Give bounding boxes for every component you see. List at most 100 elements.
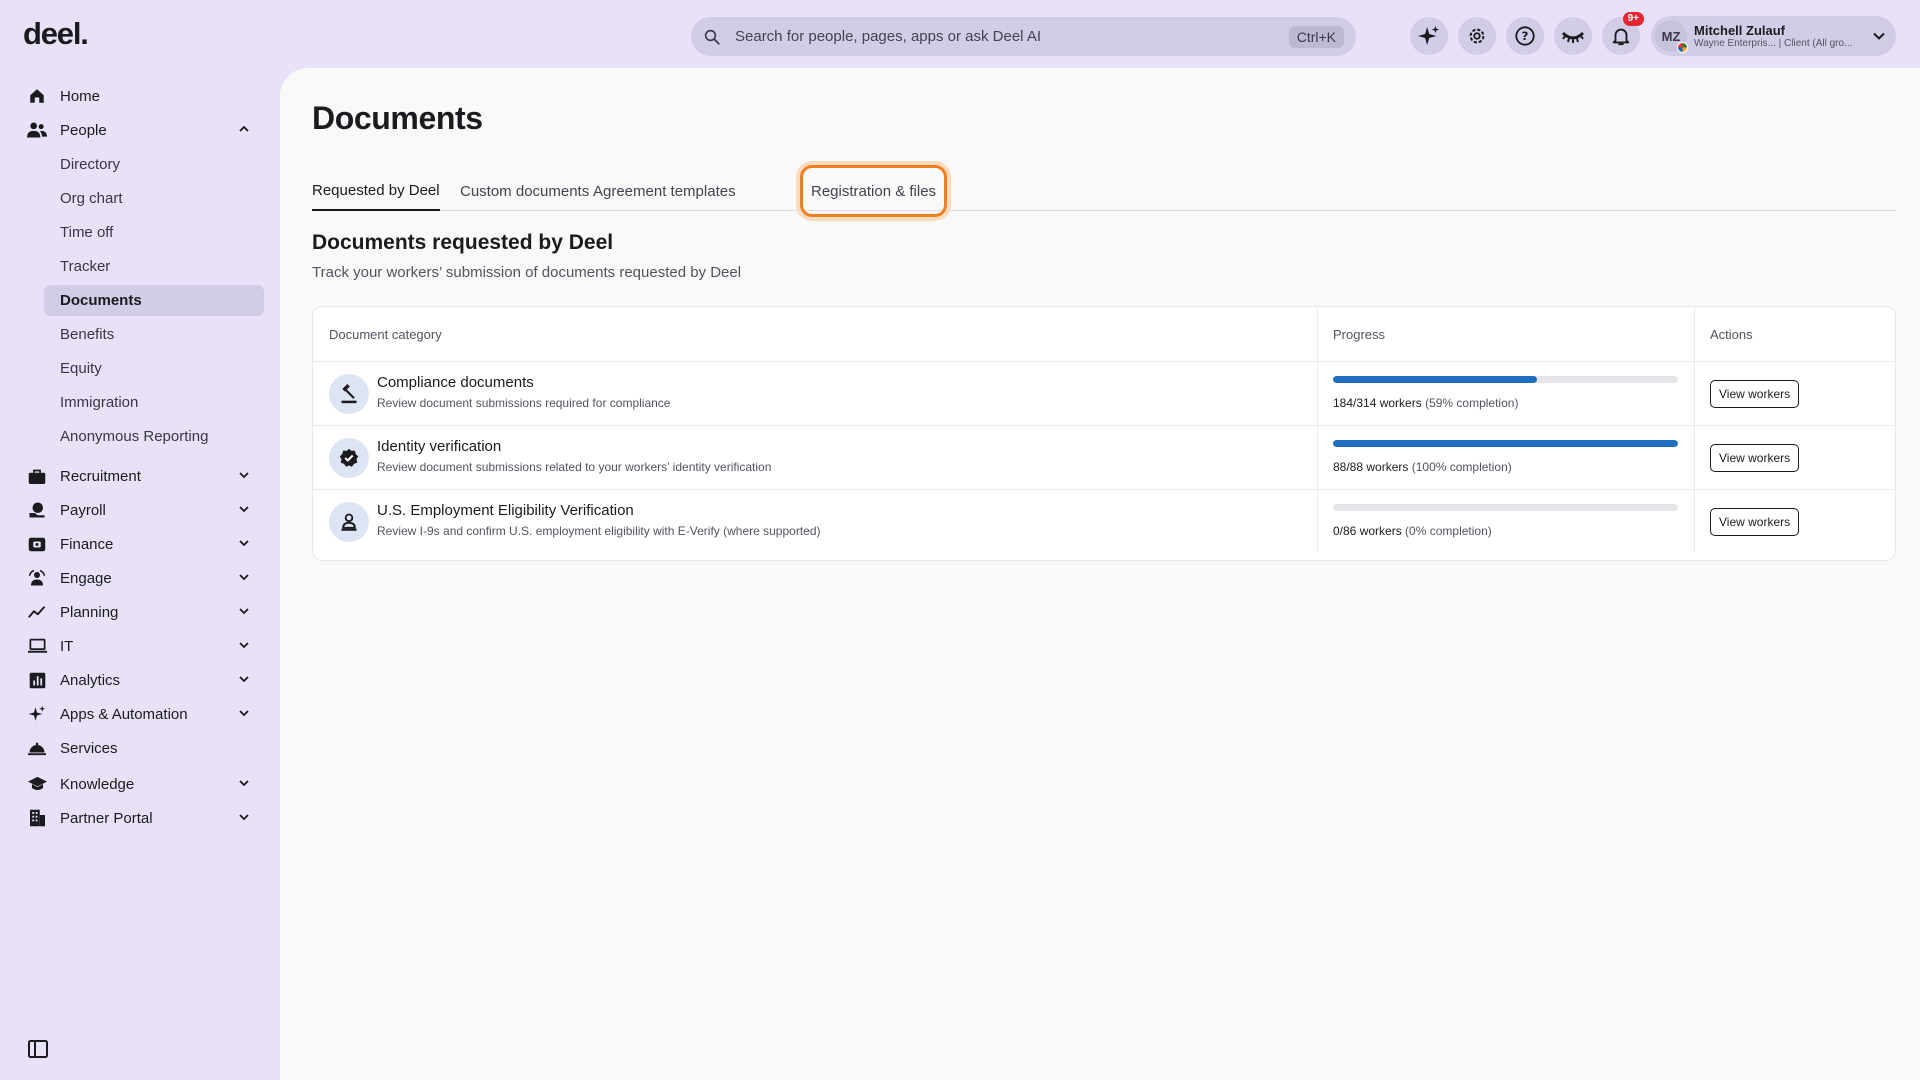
- eye-closed-icon: [1561, 31, 1585, 43]
- graduation-cap-icon: [27, 774, 47, 794]
- chevron-down-icon: [239, 814, 249, 821]
- tab-custom-documents[interactable]: Custom documents: [460, 174, 589, 211]
- sidebar-subitem-documents[interactable]: Documents: [44, 285, 264, 316]
- sidebar-item-payroll[interactable]: Payroll: [27, 494, 257, 526]
- sparkle-icon: [1418, 25, 1440, 46]
- row-description: Review document submissions related to y…: [377, 460, 772, 474]
- settings-button[interactable]: [1458, 17, 1496, 55]
- progress-bar: [1333, 504, 1678, 511]
- chevron-down-icon: [239, 676, 249, 683]
- sidebar-item-label: Recruitment: [60, 467, 141, 485]
- table-row: U.S. Employment Eligibility Verification…: [313, 489, 1897, 553]
- progress-percent: (100% completion): [1411, 460, 1512, 474]
- search-icon: [701, 26, 723, 48]
- view-workers-button[interactable]: View workers: [1710, 444, 1800, 472]
- ai-sparkle-button[interactable]: [1410, 17, 1448, 55]
- building-icon: [27, 808, 47, 828]
- sidebar-item-people[interactable]: People: [27, 114, 257, 146]
- sidebar-item-partner-portal[interactable]: Partner Portal: [27, 802, 257, 834]
- sidebar-item-label: Analytics: [60, 671, 121, 689]
- progress-count: 0/86 workers: [1333, 524, 1402, 538]
- main-content: Documents Requested by Deel Custom docum…: [280, 68, 1920, 1080]
- column-header-actions: Actions: [1710, 326, 1753, 342]
- sidebar-item-label: Apps & Automation: [60, 705, 188, 723]
- sidebar-item-it[interactable]: IT: [27, 630, 257, 662]
- page-title: Documents: [312, 100, 483, 136]
- home-icon: [27, 86, 47, 106]
- table-row: Identity verification Review document su…: [313, 425, 1897, 489]
- svg-text:?: ?: [1522, 29, 1529, 43]
- chevron-down-icon: [239, 608, 249, 615]
- sidebar-subitem-org-chart[interactable]: Org chart: [44, 183, 264, 214]
- person-stamp-icon: [329, 502, 369, 542]
- sidebar-item-label: Services: [60, 739, 118, 757]
- chevron-down-icon: [239, 780, 249, 787]
- notifications-button[interactable]: 9+: [1602, 12, 1644, 55]
- top-bar: deel. Search for people, pages, apps or …: [0, 0, 1920, 68]
- view-workers-button[interactable]: View workers: [1710, 380, 1800, 408]
- sidebar-item-finance[interactable]: Finance: [27, 528, 257, 560]
- help-circle-icon: ?: [1515, 26, 1535, 46]
- sidebar-item-label: Payroll: [60, 501, 106, 519]
- view-workers-button[interactable]: View workers: [1710, 508, 1800, 536]
- sidebar-item-engage[interactable]: Engage: [27, 562, 257, 594]
- progress-bar: [1333, 440, 1678, 447]
- sidebar-item-label: Planning: [60, 603, 119, 621]
- sidebar-item-knowledge[interactable]: Knowledge: [27, 768, 257, 800]
- progress-bar: [1333, 376, 1678, 383]
- row-description: Review I-9s and confirm U.S. employment …: [377, 524, 821, 538]
- row-title: Compliance documents: [377, 374, 534, 391]
- payroll-icon: [27, 500, 47, 520]
- search-placeholder: Search for people, pages, apps or ask De…: [735, 28, 1042, 45]
- hide-sensitive-button[interactable]: [1554, 17, 1592, 55]
- sidebar-item-services[interactable]: Services: [27, 732, 257, 764]
- finance-icon: [27, 534, 47, 554]
- sidebar-subitem-equity[interactable]: Equity: [44, 353, 264, 384]
- sidebar-item-label: Knowledge: [60, 775, 135, 793]
- chevron-down-icon: [1873, 32, 1885, 40]
- bell-icon: [1612, 28, 1630, 46]
- sidebar-item-label: Finance: [60, 535, 114, 553]
- sidebar-subitem-directory[interactable]: Directory: [44, 149, 264, 180]
- avatar-initials: MZ: [1661, 28, 1681, 44]
- sidebar-subitem-benefits[interactable]: Benefits: [44, 319, 264, 350]
- laptop-icon: [27, 636, 47, 656]
- sidebar-item-home[interactable]: Home: [27, 80, 257, 112]
- progress-text: 184/314 workers (59% completion): [1333, 396, 1518, 410]
- search-shortcut: Ctrl+K: [1288, 25, 1344, 48]
- search-bar[interactable]: Search for people, pages, apps or ask De…: [691, 17, 1356, 56]
- collapse-sidebar-button[interactable]: [27, 1038, 49, 1060]
- trend-icon: [27, 602, 47, 622]
- tab-agreement-templates[interactable]: Agreement templates: [593, 174, 736, 211]
- sidebar-item-recruitment[interactable]: Recruitment: [27, 460, 257, 492]
- progress-count: 184/314 workers: [1333, 396, 1422, 410]
- people-icon: [27, 120, 47, 140]
- verified-badge-icon: [329, 438, 369, 478]
- sidebar-subitem-anonymous-reporting[interactable]: Anonymous Reporting: [44, 421, 264, 452]
- progress-fill: [1333, 376, 1537, 383]
- gavel-icon: [329, 374, 369, 414]
- deel-logo[interactable]: deel.: [23, 16, 89, 52]
- sidebar-subitem-immigration[interactable]: Immigration: [44, 387, 264, 418]
- user-org: Wayne Enterpris... | Client (All gro...: [1694, 38, 1853, 49]
- sidebar-item-apps-automation[interactable]: Apps & Automation: [27, 698, 257, 730]
- sparkle-icon: [27, 704, 47, 724]
- sidebar-item-analytics[interactable]: Analytics: [27, 664, 257, 696]
- chevron-up-icon: [239, 125, 249, 132]
- sidebar-item-label: People: [60, 121, 107, 139]
- sidebar-item-planning[interactable]: Planning: [27, 596, 257, 628]
- row-title: U.S. Employment Eligibility Verification: [377, 502, 634, 519]
- avatar: MZ: [1655, 20, 1688, 53]
- sidebar-toggle-icon: [28, 1040, 48, 1058]
- tab-requested-by-deel[interactable]: Requested by Deel: [312, 174, 440, 211]
- help-button[interactable]: ?: [1506, 17, 1544, 55]
- tab-registration-files[interactable]: Registration & files: [799, 165, 948, 217]
- progress-text: 88/88 workers (100% completion): [1333, 460, 1512, 474]
- sidebar: Home People Directory Org chart Time off…: [0, 68, 280, 1080]
- org-flag-icon: [1677, 42, 1688, 53]
- user-menu[interactable]: MZ Mitchell Zulauf Wayne Enterpris... | …: [1651, 16, 1896, 56]
- engage-icon: [27, 568, 47, 588]
- sidebar-subitem-time-off[interactable]: Time off: [44, 217, 264, 248]
- chevron-down-icon: [239, 574, 249, 581]
- sidebar-subitem-tracker[interactable]: Tracker: [44, 251, 264, 282]
